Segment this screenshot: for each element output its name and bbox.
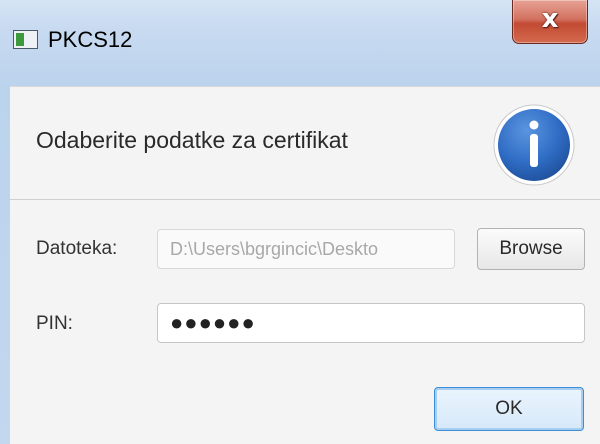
window-title: PKCS12: [48, 27, 133, 52]
window-frame: [0, 86, 10, 444]
file-path-field: D:\Users\bgrgincic\Deskto: [157, 229, 455, 269]
dialog-window: PKCS12 x Odaberite podatke za certifikat…: [0, 0, 600, 444]
dialog-header: Odaberite podatke za certifikat: [10, 86, 600, 200]
title-bar[interactable]: PKCS12 x: [0, 0, 600, 86]
close-button[interactable]: x: [512, 0, 588, 44]
pin-label: PIN:: [36, 313, 73, 334]
close-icon: x: [541, 4, 559, 34]
info-icon: [493, 104, 575, 186]
header-message: Odaberite podatke za certifikat: [36, 127, 348, 153]
dialog-content: Datoteka: D:\Users\bgrgincic\Deskto Brow…: [10, 200, 600, 444]
ok-button[interactable]: OK: [434, 387, 584, 431]
file-label: Datoteka:: [36, 238, 118, 259]
pin-input[interactable]: ●●●●●●: [157, 303, 585, 343]
browse-button[interactable]: Browse: [477, 228, 585, 270]
app-icon: [13, 30, 38, 49]
